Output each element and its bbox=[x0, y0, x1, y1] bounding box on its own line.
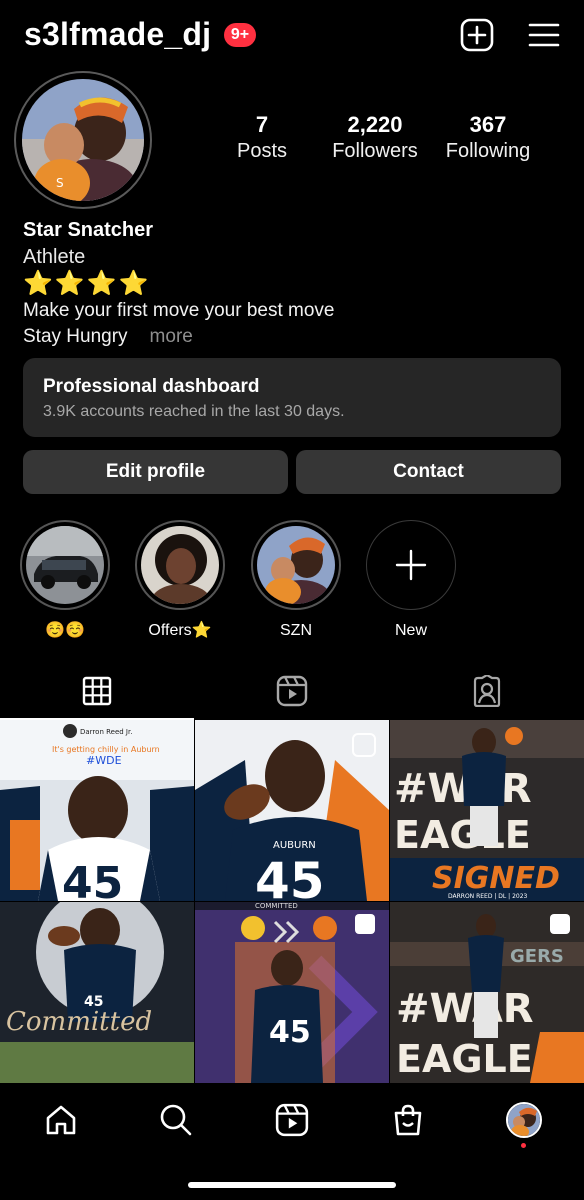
following-label: Following bbox=[445, 140, 531, 162]
highlight-label: Offers⭐ bbox=[148, 622, 212, 639]
home-icon bbox=[46, 1105, 76, 1135]
highlight-item[interactable]: Offers⭐ bbox=[134, 520, 226, 642]
svg-text:S: S bbox=[56, 176, 64, 190]
post-thumbnail[interactable]: Committed 45 bbox=[0, 902, 194, 1083]
followers-label: Followers bbox=[332, 140, 418, 162]
highlight-label: SZN bbox=[280, 622, 312, 639]
highlight-cover-car bbox=[26, 526, 104, 604]
post-4-jersey: 45 bbox=[84, 994, 103, 1010]
following-count: 367 bbox=[469, 112, 507, 137]
grid-icon bbox=[82, 676, 112, 706]
post-3-big-text-2: EAGLE bbox=[394, 813, 531, 857]
post-3-banner: SIGNED bbox=[432, 861, 560, 896]
hamburger-menu-icon[interactable] bbox=[527, 18, 561, 52]
contact-button[interactable]: Contact bbox=[296, 450, 561, 494]
post-thumbnail[interactable]: 45 COMMITTED bbox=[195, 902, 389, 1083]
highlight-item[interactable]: SZN bbox=[250, 520, 342, 642]
highlight-cover-family bbox=[257, 526, 335, 604]
bio-stars: ⭐⭐⭐⭐ bbox=[23, 270, 151, 297]
tab-reels[interactable] bbox=[195, 662, 389, 720]
notification-badge[interactable]: 9+ bbox=[224, 23, 256, 47]
highlight-label: ☺️☺️ bbox=[45, 622, 85, 639]
post-1-tweet: It's getting chilly in Auburn bbox=[52, 745, 160, 754]
followers-stat[interactable]: 2,220 Followers bbox=[315, 112, 435, 164]
highlight-label: New bbox=[394, 622, 427, 639]
post-thumbnail[interactable]: GERS #WAR EAGLE bbox=[390, 902, 584, 1083]
reels-icon bbox=[275, 1103, 309, 1137]
username-switcher[interactable]: s3lfmade_dj bbox=[24, 16, 211, 53]
posts-grid: 45 Darron Reed Jr. It's getting chilly i… bbox=[0, 720, 584, 1084]
highlight-ring bbox=[20, 520, 110, 610]
display-name: Star Snatcher bbox=[23, 219, 154, 241]
post-6-sign: GERS bbox=[510, 946, 564, 967]
post-5-jersey: 45 bbox=[269, 1015, 311, 1050]
tagged-icon bbox=[473, 675, 501, 707]
profile-bio: Star Snatcher Athlete ⭐⭐⭐⭐ Make your fir… bbox=[23, 217, 563, 350]
profile-content-tabs bbox=[0, 662, 584, 720]
highlight-item[interactable]: ☺️☺️ bbox=[19, 520, 111, 642]
professional-dashboard-card[interactable]: Professional dashboard 3.9K accounts rea… bbox=[23, 358, 561, 437]
post-4-script: Committed bbox=[6, 1007, 152, 1037]
posts-label: Posts bbox=[236, 140, 288, 162]
post-6-big-text: #WAR bbox=[396, 986, 534, 1032]
post-5-top-text: COMMITTED bbox=[255, 902, 298, 910]
carousel-indicator-icon bbox=[355, 914, 375, 934]
edit-profile-button[interactable]: Edit profile bbox=[23, 450, 288, 494]
nav-shop[interactable] bbox=[388, 1100, 428, 1140]
plus-icon bbox=[395, 549, 427, 581]
profile-avatar[interactable]: S bbox=[14, 71, 152, 209]
post-thumbnail[interactable]: AUBURN 45 bbox=[195, 720, 389, 901]
nav-home[interactable] bbox=[41, 1100, 81, 1140]
post-2-jersey: 45 bbox=[255, 852, 325, 901]
tab-posts-grid[interactable] bbox=[0, 662, 194, 720]
bio-line-1: Make your first move your best move bbox=[23, 300, 335, 321]
profile-stats: 7 Posts 2,220 Followers 367 Following bbox=[208, 112, 568, 172]
nav-search[interactable] bbox=[156, 1100, 196, 1140]
carousel-indicator-icon bbox=[550, 914, 570, 934]
post-1-hashtag: #WDE bbox=[86, 754, 122, 767]
post-6-big-text-2: EAGLE bbox=[396, 1037, 533, 1081]
nav-reels[interactable] bbox=[272, 1100, 312, 1140]
posts-count: 7 bbox=[255, 112, 269, 137]
bio-more-link[interactable]: more bbox=[150, 326, 193, 347]
new-highlight-ring bbox=[366, 520, 456, 610]
profile-category: Athlete bbox=[23, 246, 86, 268]
highlight-ring bbox=[251, 520, 341, 610]
profile-activity-dot bbox=[521, 1143, 526, 1148]
highlight-cover-portrait bbox=[141, 526, 219, 604]
post-thumbnail[interactable]: 45 Darron Reed Jr. It's getting chilly i… bbox=[0, 720, 194, 901]
post-3-caption: DARRON REED | DL | 2023 bbox=[448, 893, 528, 900]
nav-profile[interactable] bbox=[504, 1100, 544, 1140]
svg-text:45: 45 bbox=[62, 858, 123, 901]
dashboard-subtitle: 3.9K accounts reached in the last 30 day… bbox=[43, 403, 345, 420]
followers-count: 2,220 bbox=[347, 112, 403, 137]
reels-icon bbox=[276, 675, 308, 707]
shop-icon bbox=[394, 1104, 422, 1136]
new-highlight-button[interactable]: New bbox=[365, 520, 457, 642]
home-indicator[interactable] bbox=[188, 1182, 396, 1188]
post-1-author: Darron Reed Jr. bbox=[80, 728, 132, 736]
profile-header: s3lfmade_dj 9+ bbox=[0, 0, 584, 72]
following-stat[interactable]: 367 Following bbox=[428, 112, 548, 164]
plus-square-icon[interactable] bbox=[460, 18, 494, 52]
dashboard-title: Professional dashboard bbox=[43, 376, 260, 397]
bio-line-2: Stay Hungry more bbox=[23, 324, 563, 350]
post-2-team: AUBURN bbox=[273, 840, 316, 851]
profile-avatar-icon bbox=[506, 1102, 542, 1138]
highlight-ring bbox=[135, 520, 225, 610]
posts-stat[interactable]: 7 Posts bbox=[202, 112, 322, 164]
post-thumbnail[interactable]: #WAR EAGLE SIGNED DARRON REED | DL | 202… bbox=[390, 720, 584, 901]
search-icon bbox=[160, 1104, 192, 1136]
bio-line-2-text: Stay Hungry bbox=[23, 326, 128, 347]
tab-tagged[interactable] bbox=[390, 662, 584, 720]
avatar-photo: S bbox=[22, 79, 144, 201]
